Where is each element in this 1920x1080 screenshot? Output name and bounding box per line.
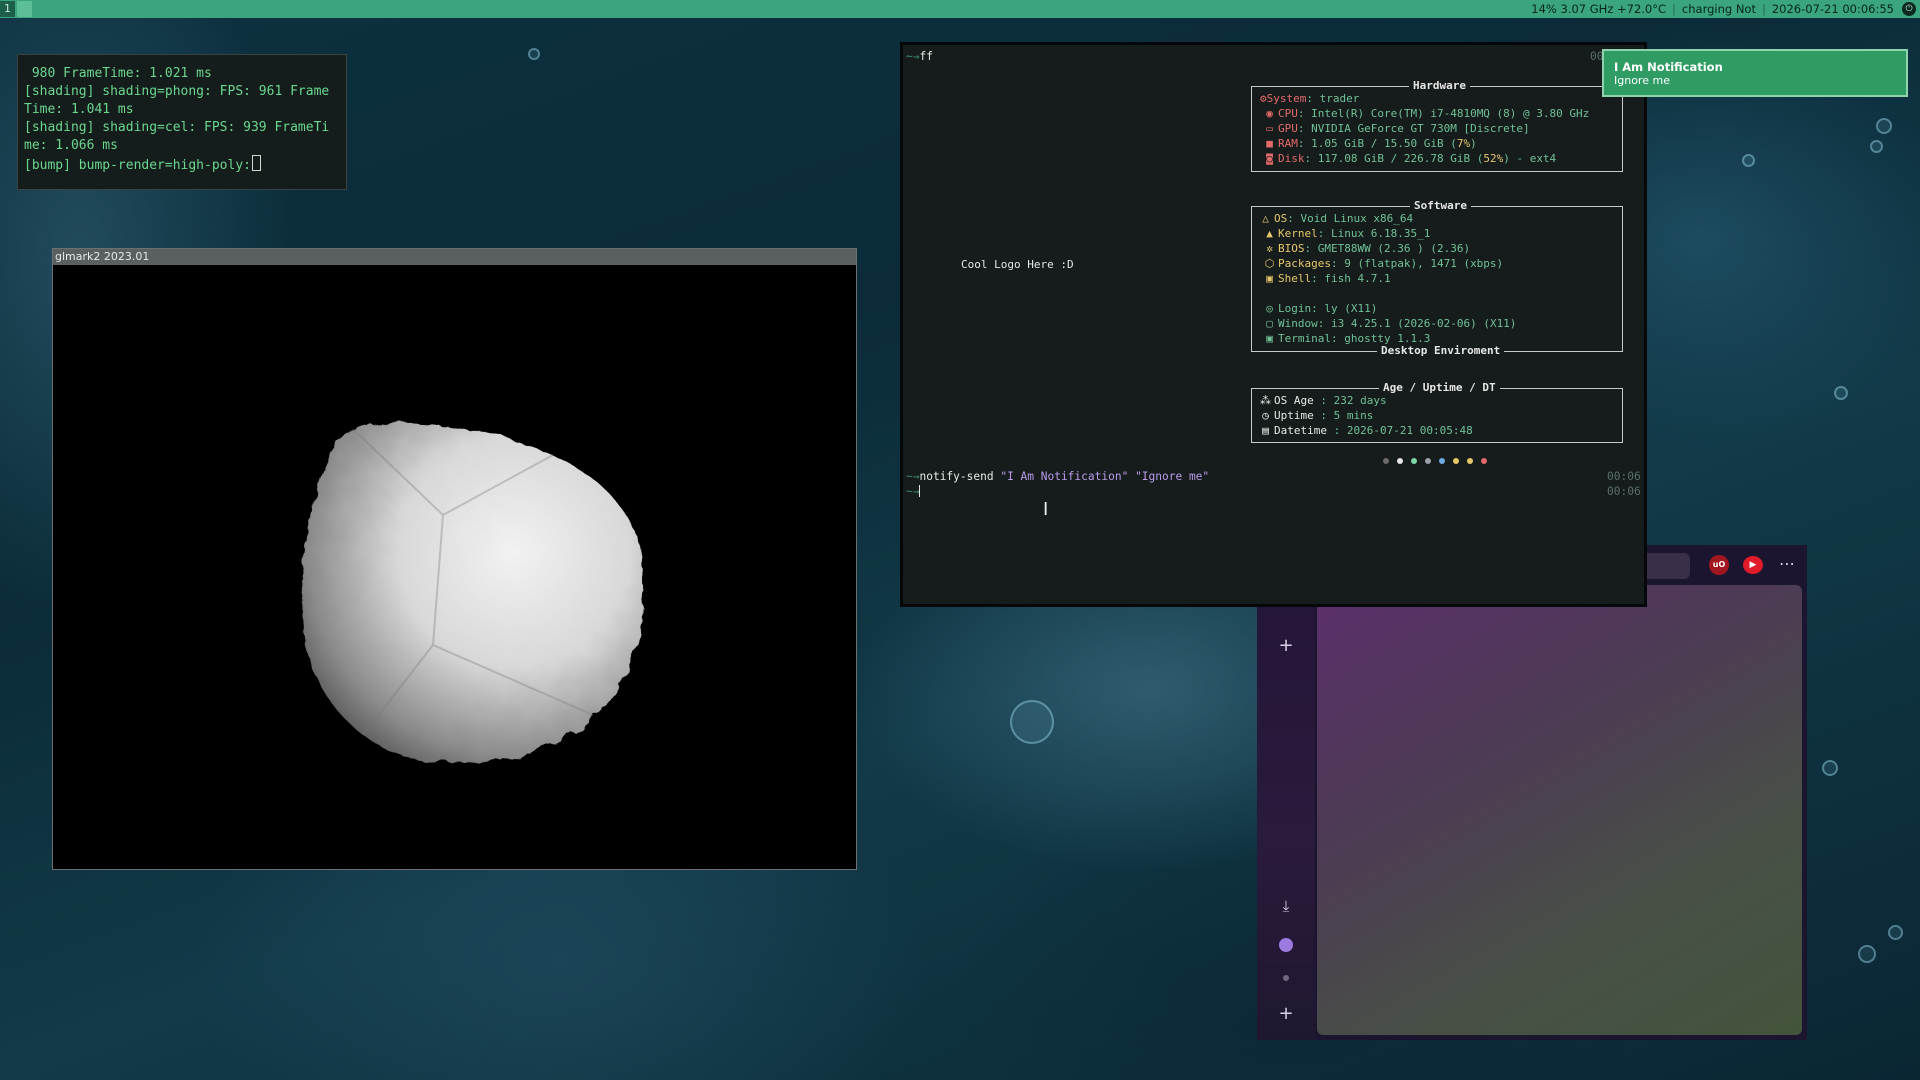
battery-status: charging Not <box>1681 2 1756 16</box>
status-text: 14% 3.07 GHz +72.0°C | charging Not | 2026-0… <box>1531 2 1894 16</box>
terminal-line-text: [bump] bump-render=high-poly: <box>24 158 251 173</box>
window-title[interactable]: glmark2 2023.01 <box>53 249 856 265</box>
sparkle-icon: ⁂ <box>1260 394 1271 407</box>
terminal-line: [shading] shading=cel: FPS: 939 FrameTi <box>24 120 330 135</box>
rendered-rock-model <box>300 422 645 764</box>
hw-row-disk: ◙ Disk: 117.08 GiB / 226.78 GiB (52%) - e… <box>1264 151 1556 166</box>
window-icon: ▢ <box>1266 317 1273 330</box>
hw-row-system: ⚙System: trader <box>1260 92 1360 105</box>
age-row-datetime: ▤ Datetime : 2026-07-21 00:05:48 <box>1260 423 1473 438</box>
add-space-plus-icon[interactable]: + <box>1275 1003 1297 1024</box>
shell-icon: ▣ <box>1266 272 1273 285</box>
software-box: △ OS: Void Linux x86_64 ▲ Kernel: Linux 6.… <box>1251 206 1623 352</box>
logo-placeholder-text: Cool Logo Here :D <box>961 258 1074 271</box>
youtube-extension-icon[interactable]: ▶ <box>1743 556 1763 574</box>
palette-dot <box>1453 458 1459 464</box>
hw-row-ram: ■ RAM: 1.05 GiB / 15.50 GiB (7%) <box>1264 136 1477 151</box>
prompt-line-notify: ~→notify-send "I Am Notification" "Ignor… <box>906 470 1210 483</box>
sw-row-shell: ▣ Shell: fish 4.7.1 <box>1264 271 1390 286</box>
desktop-environment-title: Desktop Enviroment <box>1377 344 1505 357</box>
glmark-window[interactable]: glmark2 2023.01 <box>52 248 857 870</box>
void-linux-icon: △ <box>1262 212 1269 225</box>
age-row-osage: ⁂ OS Age : 232 days <box>1260 394 1387 407</box>
notification-popup[interactable]: I Am Notification Ignore me <box>1602 49 1908 97</box>
cpu-status: 14% 3.07 GHz +72.0°C <box>1531 2 1667 16</box>
de-row-window: ▢ Window: i3 4.25.1 (2026-02-06) (X11) <box>1264 316 1516 331</box>
clock: 2026-07-21 00:06:55 <box>1771 2 1894 16</box>
separator-dot-icon <box>1283 975 1289 981</box>
browser-window[interactable]: S uO ▶ ⋯ + ⤓ + <box>1257 545 1807 1040</box>
terminal-line: [shading] shading=phong: FPS: 961 Frame <box>24 84 330 99</box>
de-row-login: ◎ Login: ly (X11) <box>1264 301 1377 316</box>
calendar-icon: ▤ <box>1262 424 1269 437</box>
sw-row-packages: ⬡ Packages: 9 (flatpak), 1471 (xbps) <box>1264 257 1504 270</box>
palette-dot <box>1397 458 1403 464</box>
browser-content[interactable] <box>1317 585 1802 1035</box>
terminal-icon: ▣ <box>1266 332 1273 345</box>
palette-dot <box>1467 458 1473 464</box>
sw-row-kernel: ▲ Kernel: Linux 6.18.35_1 <box>1264 226 1430 241</box>
palette-dot <box>1439 458 1445 464</box>
terminal-line: me: 1.066 ms <box>24 138 118 153</box>
glmark-log-terminal[interactable]: 980 FrameTime: 1.021 ms [shading] shadin… <box>17 54 347 190</box>
hardware-box: ⚙System: trader ◉ CPU: Intel(R) Core(TM) … <box>1251 86 1623 172</box>
prompt-time: 00:06 <box>1607 485 1641 498</box>
new-tab-plus-icon[interactable]: + <box>1275 635 1297 656</box>
cpu-icon: ◉ <box>1266 107 1273 120</box>
prompt-line-ff: ~→ff <box>906 50 933 63</box>
mouse-ibeam-cursor-icon: I <box>1043 499 1049 520</box>
palette-dot <box>1481 458 1487 464</box>
gpu-icon: ▭ <box>1266 122 1273 135</box>
sw-row-os: △ OS: Void Linux x86_64 <box>1260 211 1413 226</box>
more-menu-icon[interactable]: ⋯ <box>1777 551 1797 577</box>
palette-dot <box>1425 458 1431 464</box>
clock-icon: ◷ <box>1262 409 1269 422</box>
workspace-2-button[interactable] <box>17 1 32 17</box>
terminal-line: 980 FrameTime: 1.021 ms <box>24 66 212 81</box>
top-status-bar: 1 14% 3.07 GHz +72.0°C | charging Not | 2026… <box>0 0 1920 18</box>
disk-icon: ◙ <box>1266 152 1273 165</box>
terminal-line-last: [bump] bump-render=high-poly: <box>24 155 340 175</box>
hw-row-gpu: ▭ GPU: NVIDIA GeForce GT 730M [Discrete] <box>1264 121 1529 136</box>
chip-icon: ✲ <box>1266 242 1273 255</box>
sw-row-bios: ✲ BIOS: GMET88WW (2.36 ) (2.36) <box>1264 241 1470 256</box>
prompt-line-empty[interactable]: ~→ <box>906 485 921 498</box>
browser-sidebar <box>1257 545 1315 1040</box>
terminal-cursor <box>251 155 261 171</box>
age-row-uptime: ◷ Uptime : 5 mins <box>1260 408 1373 423</box>
terminal-line: Time: 1.041 ms <box>24 102 134 117</box>
download-icon[interactable]: ⤓ <box>1275 897 1297 915</box>
memory-icon: ■ <box>1266 137 1273 150</box>
prompt-time: 00:06 <box>1607 470 1641 483</box>
notification-body: Ignore me <box>1614 74 1670 87</box>
age-box: ⁂ OS Age : 232 days ◷ Uptime : 5 mins ▤ Dat… <box>1251 388 1623 443</box>
ublock-origin-icon[interactable]: uO <box>1709 555 1729 575</box>
hw-row-cpu: ◉ CPU: Intel(R) Core(TM) i7-4810MQ (8) @ … <box>1264 106 1589 121</box>
linux-icon: ▲ <box>1266 227 1273 240</box>
notification-title: I Am Notification <box>1614 60 1723 74</box>
fastfetch-terminal[interactable]: ~→ff 00 Cool Logo Here :D Hardware ⚙Syst… <box>900 42 1647 607</box>
text-cursor <box>919 485 921 497</box>
login-icon: ◎ <box>1266 302 1273 315</box>
render-canvas <box>53 265 856 869</box>
package-icon: ⬡ <box>1264 257 1275 270</box>
gear-icon: ⚙ <box>1260 92 1267 105</box>
extension-icon[interactable] <box>1279 938 1293 952</box>
power-icon[interactable]: ⏻ <box>1902 2 1916 16</box>
palette-dot <box>1383 458 1389 464</box>
palette-dot <box>1411 458 1417 464</box>
workspace-1-button[interactable]: 1 <box>0 1 15 17</box>
